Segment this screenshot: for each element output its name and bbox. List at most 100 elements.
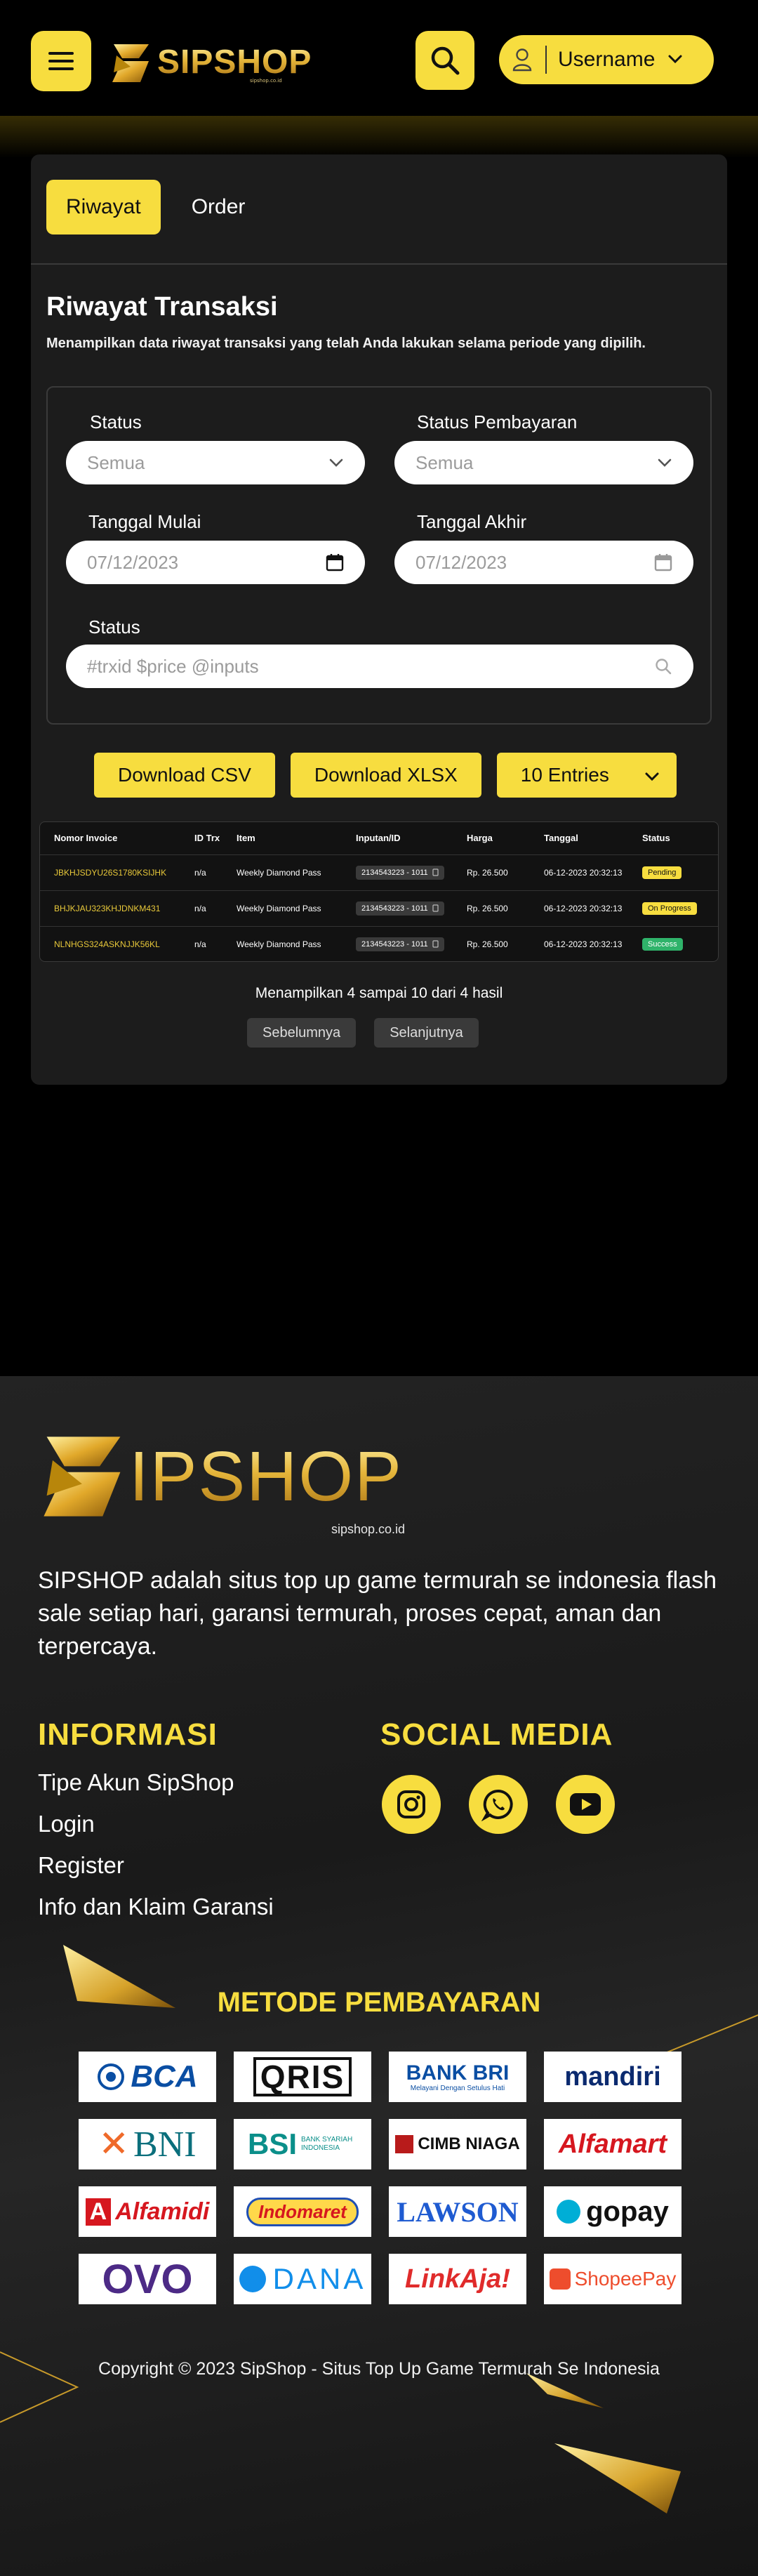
chevron-down-icon xyxy=(329,458,343,467)
footer-brand-domain: sipshop.co.id xyxy=(331,1522,406,1536)
youtube-icon xyxy=(570,1793,601,1816)
transaction-search-input[interactable]: #trxid $price @inputs xyxy=(66,645,693,688)
chevron-down-icon xyxy=(658,458,672,467)
brand-logo[interactable]: SIPSHOP sipshop.co.id xyxy=(109,39,311,88)
payment-status-label: Status Pembayaran xyxy=(417,411,578,432)
payment-qris: QRIS xyxy=(234,2052,371,2102)
end-date-value: 07/12/2023 xyxy=(415,551,507,573)
input-id-pill[interactable]: 2134543223 - 1011 xyxy=(356,937,444,951)
payment-bni: ✕ BNI xyxy=(79,2119,216,2169)
youtube-link[interactable] xyxy=(556,1775,615,1834)
download-xlsx-button[interactable]: Download XLSX xyxy=(290,753,481,798)
payment-label: OVO xyxy=(102,2256,193,2302)
dana-mark-icon xyxy=(239,2266,266,2292)
logo-mark-icon xyxy=(44,1436,121,1517)
start-date-field[interactable]: 07/12/2023 xyxy=(66,541,365,584)
payment-label: CIMB NIAGA xyxy=(418,2134,520,2153)
logo-mark-icon xyxy=(112,44,149,82)
start-date-value: 07/12/2023 xyxy=(87,551,179,573)
filter-form: Status Semua Status Pembayaran Semua Tan… xyxy=(46,386,712,725)
invoice-number[interactable]: JBKHJSDYU26S1780KSIJHK xyxy=(40,854,180,891)
chevron-down-icon xyxy=(645,772,659,781)
status-select[interactable]: Semua xyxy=(66,441,365,484)
invoice-number[interactable]: NLNHGS324ASKNJJK56KL xyxy=(40,926,180,961)
export-actions: Download CSV Download XLSX 10 Entries xyxy=(94,753,677,798)
footer-logo[interactable]: IPSHOP sipshop.co.id xyxy=(38,1431,431,1536)
footer-brand-name: IPSHOP xyxy=(129,1437,403,1516)
payment-label: BCA xyxy=(131,2059,198,2094)
decorative-shard xyxy=(526,2373,681,2514)
shopeepay-mark-icon xyxy=(549,2268,571,2290)
page-title: Riwayat Transaksi xyxy=(46,292,278,322)
status-label: Status xyxy=(90,411,142,432)
table-row[interactable]: BHJKJAU323KHJDNKM431 n/a Weekly Diamond … xyxy=(40,890,718,927)
info-link-register[interactable]: Register xyxy=(38,1852,274,1894)
payment-cimb: CIMB NIAGA xyxy=(389,2119,526,2169)
payment-label: Alfamart xyxy=(558,2129,667,2159)
search-icon xyxy=(431,46,460,75)
table-row[interactable]: NLNHGS324ASKNJJK56KL n/a Weekly Diamond … xyxy=(40,926,718,961)
input-id-pill[interactable]: 2134543223 - 1011 xyxy=(356,901,444,916)
copyright: Copyright © 2023 SipShop - Situs Top Up … xyxy=(98,2359,660,2379)
tab-order[interactable]: Order xyxy=(172,180,265,235)
end-date-field[interactable]: 07/12/2023 xyxy=(394,541,693,584)
transactions-table: Nomor Invoice ID Trx Item Inputan/ID Har… xyxy=(39,821,719,962)
previous-page-button[interactable]: Sebelumnya xyxy=(247,1018,357,1048)
payment-status-select-value: Semua xyxy=(415,451,474,473)
payment-alfamidi: A Alfamidi xyxy=(79,2186,216,2237)
payment-tagline: Melayani Dengan Setulus Hati xyxy=(410,2084,505,2092)
download-csv-button[interactable]: Download CSV xyxy=(94,753,275,798)
payment-label: DANA xyxy=(272,2262,366,2295)
payment-status-select[interactable]: Semua xyxy=(394,441,693,484)
decorative-line xyxy=(0,2351,79,2423)
menu-button[interactable] xyxy=(31,31,91,91)
item-name: Weekly Diamond Pass xyxy=(237,939,321,949)
column-header: Inputan/ID xyxy=(342,822,453,855)
column-header: Tanggal xyxy=(530,822,628,855)
site-description: SIPSHOP adalah situs top up game termura… xyxy=(38,1567,717,1660)
status-select-value: Semua xyxy=(87,451,145,473)
calendar-icon xyxy=(326,554,344,572)
input-id-value: 2134543223 - 1011 xyxy=(361,904,428,913)
instagram-link[interactable] xyxy=(382,1775,441,1834)
payment-tagline: BANK SYARIAH INDONESIA xyxy=(301,2136,353,2152)
entries-select[interactable]: 10 Entries xyxy=(496,753,677,798)
info-links: Tipe Akun SipShop Login Register Info da… xyxy=(38,1769,274,1935)
payment-linkaja: LinkAja! xyxy=(389,2254,526,2304)
tab-divider xyxy=(31,263,727,265)
brand-name: SIPSHOP xyxy=(157,44,312,81)
invoice-number[interactable]: BHJKJAU323KHJDNKM431 xyxy=(40,890,180,927)
price: Rp. 26.500 xyxy=(453,854,530,891)
alfamidi-mark-icon: A xyxy=(85,2198,112,2226)
search-button[interactable] xyxy=(415,31,474,90)
username-label: Username xyxy=(558,48,656,71)
whatsapp-link[interactable] xyxy=(469,1775,528,1834)
info-link-warranty[interactable]: Info dan Klaim Garansi xyxy=(38,1894,274,1935)
input-cell: 2134543223 - 1011 xyxy=(342,854,453,891)
search-label: Status xyxy=(88,616,140,638)
search-placeholder: #trxid $price @inputs xyxy=(87,655,259,677)
item-name: Weekly Diamond Pass xyxy=(222,890,342,927)
status-badge: Success xyxy=(642,937,683,951)
entries-select-value: 10 Entries xyxy=(520,764,609,786)
table-row[interactable]: JBKHJSDYU26S1780KSIJHK n/a Weekly Diamon… xyxy=(40,854,718,891)
info-link-login[interactable]: Login xyxy=(38,1811,274,1852)
copy-icon xyxy=(432,868,439,876)
input-id-pill[interactable]: 2134543223 - 1011 xyxy=(356,865,444,880)
next-page-button[interactable]: Selanjutnya xyxy=(374,1018,479,1048)
status-badge: On Progress xyxy=(642,901,697,915)
price: Rp. 26.500 xyxy=(467,939,508,949)
chevron-down-icon xyxy=(668,55,682,63)
tab-riwayat[interactable]: Riwayat xyxy=(46,180,161,235)
bni-mark-icon: ✕ xyxy=(98,2125,129,2165)
whatsapp-icon xyxy=(481,1789,513,1821)
copy-icon xyxy=(432,904,439,912)
payment-label: ShopeePay xyxy=(574,2268,677,2290)
user-menu-button[interactable]: Username xyxy=(499,35,714,84)
social-links xyxy=(382,1775,615,1834)
payment-label: LinkAja! xyxy=(405,2264,510,2294)
payment-ovo: OVO xyxy=(79,2254,216,2304)
trx-id: n/a xyxy=(180,854,222,891)
payment-label: BANK BRI xyxy=(406,2061,510,2085)
info-link-account-types[interactable]: Tipe Akun SipShop xyxy=(38,1769,274,1811)
